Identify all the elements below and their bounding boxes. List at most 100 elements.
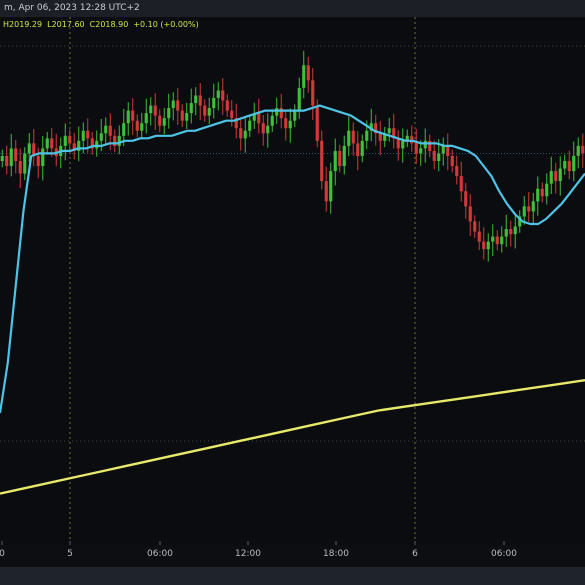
price-chart[interactable]	[0, 17, 585, 545]
candle-down	[450, 155, 454, 167]
candle-down	[176, 100, 180, 111]
candle-down	[86, 130, 90, 139]
candle-down	[153, 105, 157, 116]
candle-down	[14, 148, 18, 161]
time-tick-label: 06:00	[491, 549, 517, 559]
candle-down	[540, 188, 544, 197]
chart-header: m, Apr 06, 2023 12:28 UTC+2	[0, 0, 585, 17]
candle-up	[329, 171, 333, 202]
candle-down	[554, 171, 558, 182]
candle-up	[500, 236, 504, 245]
candle-up	[126, 110, 130, 124]
candle-up	[23, 153, 27, 174]
candle-up	[243, 130, 247, 139]
candle-down	[221, 90, 225, 101]
candle-down	[338, 150, 342, 167]
candle-down	[257, 113, 261, 124]
candle-up	[162, 118, 166, 126]
candle-down	[468, 206, 472, 222]
candle-up	[419, 148, 423, 154]
candle-up	[266, 125, 270, 134]
time-tick-label: 0	[0, 549, 5, 559]
candle-down	[446, 145, 450, 156]
candle-up	[27, 143, 31, 154]
candle-up	[558, 168, 562, 182]
candle-down	[455, 166, 459, 177]
candle-up	[531, 201, 535, 212]
candle-up	[491, 236, 495, 242]
candle-down	[320, 140, 324, 182]
candle-down	[315, 105, 319, 141]
candle-down	[158, 115, 162, 126]
candle-up	[522, 206, 526, 217]
time-tick-label: 06:00	[147, 549, 173, 559]
candle-up	[275, 108, 279, 116]
candle-up	[549, 171, 553, 184]
candle-up	[95, 140, 99, 149]
candle-up	[536, 188, 540, 202]
candle-down	[225, 100, 229, 111]
candle-down	[351, 130, 355, 144]
candle-up	[576, 145, 580, 156]
candle-down	[131, 110, 135, 121]
candle-down	[284, 118, 288, 129]
candle-up	[513, 226, 517, 235]
candle-up	[189, 103, 193, 114]
candle-up	[401, 140, 405, 149]
candle-down	[527, 206, 531, 212]
candle-down	[414, 143, 418, 154]
candle-up	[423, 140, 427, 149]
candle-up	[122, 123, 126, 136]
time-tick-label: 12:00	[235, 549, 261, 559]
candle-down	[432, 150, 436, 161]
candle-up	[9, 148, 13, 167]
candle-down	[356, 143, 360, 156]
candle-up	[212, 98, 216, 109]
candle-up	[297, 87, 301, 111]
candle-up	[248, 120, 252, 131]
candle-up	[504, 229, 508, 237]
candle-up	[0, 155, 4, 161]
chart-header-text: m, Apr 06, 2023 12:28 UTC+2	[4, 3, 140, 13]
candle-down	[567, 161, 571, 172]
candle-down	[477, 231, 481, 242]
candle-down	[473, 221, 477, 232]
candle-down	[180, 110, 184, 121]
candle-up	[104, 125, 108, 134]
candle-down	[324, 181, 328, 202]
candle-down	[5, 155, 9, 167]
candle-up	[288, 120, 292, 129]
candle-down	[230, 110, 234, 119]
candle-up	[117, 135, 121, 146]
candle-up	[149, 105, 153, 114]
candle-down	[509, 229, 513, 235]
candle-down	[198, 95, 202, 106]
candle-up	[347, 130, 351, 146]
candle-down	[18, 161, 22, 174]
candle-up	[41, 148, 45, 167]
candle-up	[342, 145, 346, 167]
candle-down	[135, 120, 139, 131]
candle-up	[194, 95, 198, 104]
candle-down	[108, 125, 112, 136]
candle-down	[378, 133, 382, 141]
candle-down	[581, 145, 585, 154]
candle-up	[563, 161, 567, 169]
candle-down	[239, 128, 243, 139]
candle-up	[207, 108, 211, 116]
candle-down	[50, 138, 54, 149]
candle-down	[464, 191, 468, 207]
candle-down	[410, 135, 414, 144]
candle-up	[572, 155, 576, 172]
candle-up	[45, 138, 49, 149]
candle-up	[144, 113, 148, 124]
candle-up	[486, 241, 490, 250]
candle-down	[203, 105, 207, 116]
candle-down	[311, 80, 315, 106]
candle-up	[185, 113, 189, 121]
candle-up	[270, 115, 274, 126]
candle-up	[365, 130, 369, 141]
time-tick-label: 6	[412, 549, 418, 559]
candle-down	[68, 135, 72, 144]
candle-up	[293, 110, 297, 121]
